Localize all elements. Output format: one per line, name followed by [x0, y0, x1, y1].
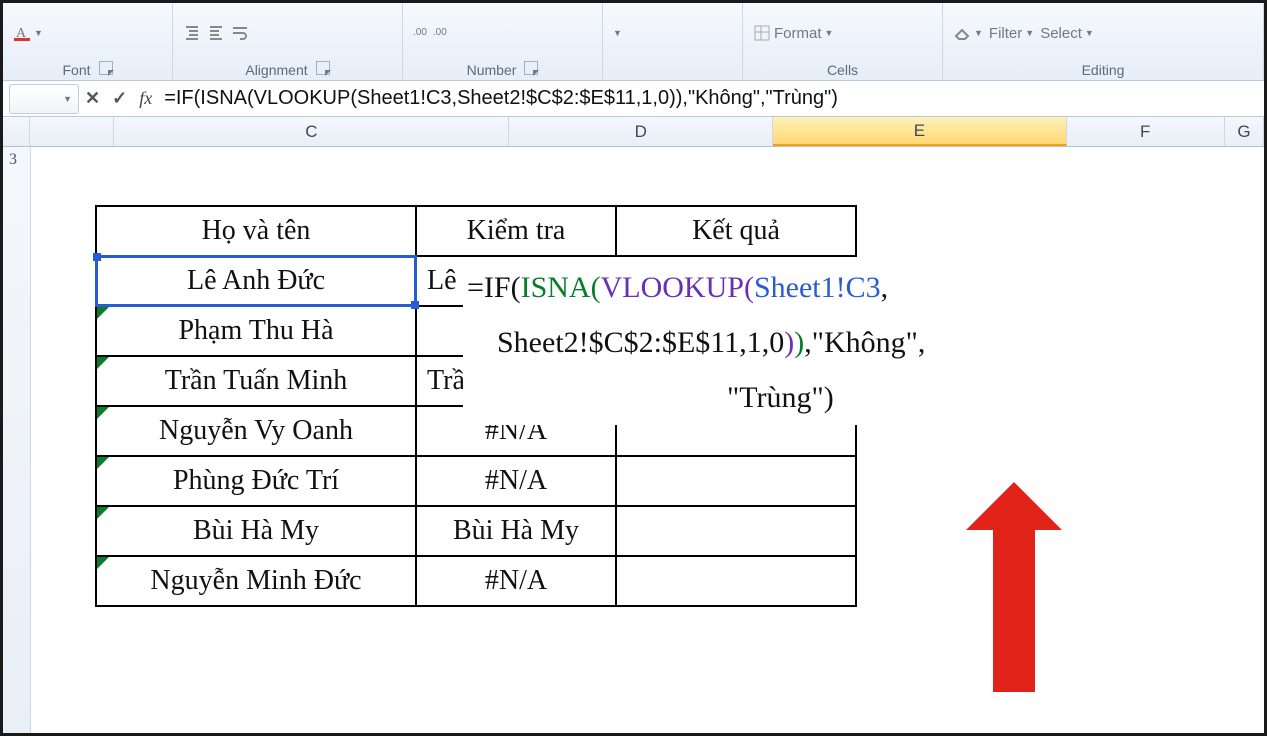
increase-indent-button[interactable]: [207, 24, 225, 42]
header-cell[interactable]: Họ và tên: [96, 206, 416, 256]
fx-icon[interactable]: fx: [133, 88, 158, 109]
table-row: Nguyễn Minh Đức #N/A: [96, 556, 856, 606]
cell[interactable]: Lê Anh Đức: [96, 256, 416, 306]
cell[interactable]: Phùng Đức Trí: [96, 456, 416, 506]
dialog-launcher-icon[interactable]: [99, 61, 113, 75]
wrap-text-button[interactable]: [231, 24, 249, 42]
decrease-indent-button[interactable]: [183, 24, 201, 42]
column-headers: B C D E F G: [3, 117, 1264, 147]
ribbon-label-font: Font: [62, 62, 90, 78]
row-headers[interactable]: 3: [3, 147, 31, 736]
column-header-g[interactable]: G: [1225, 117, 1264, 146]
formula-input[interactable]: =IF(ISNA(VLOOKUP(Sheet1!C3,Sheet2!$C$2:$…: [158, 87, 1264, 110]
cell[interactable]: Bùi Hà My: [96, 506, 416, 556]
annotation-arrow-icon: [993, 512, 1035, 692]
ribbon-label-alignment: Alignment: [245, 62, 307, 78]
dialog-launcher-icon[interactable]: [524, 61, 538, 75]
chevron-down-icon: ▼: [974, 28, 983, 38]
table-row: Phùng Đức Trí #N/A: [96, 456, 856, 506]
cell[interactable]: [616, 556, 856, 606]
ribbon-group-cells: Format ▼ Cells: [743, 3, 943, 80]
table-row: Bùi Hà My Bùi Hà My: [96, 506, 856, 556]
cancel-formula-button[interactable]: ✕: [79, 88, 106, 109]
formula-bar: ▼ ✕ ✓ fx =IF(ISNA(VLOOKUP(Sheet1!C3,Shee…: [3, 81, 1264, 117]
font-color-icon: A: [13, 24, 31, 42]
header-cell[interactable]: Kiểm tra: [416, 206, 616, 256]
chevron-down-icon: ▼: [1025, 28, 1034, 38]
ribbon: A ▼ Font Alignment .00 .00 Number ▼: [3, 3, 1264, 81]
cell[interactable]: Nguyễn Minh Đức: [96, 556, 416, 606]
cell[interactable]: [616, 506, 856, 556]
ribbon-group-alignment: Alignment: [173, 3, 403, 80]
accept-formula-button[interactable]: ✓: [106, 88, 133, 109]
filter-button[interactable]: Filter▼: [989, 25, 1034, 42]
decrease-decimal-button[interactable]: .00: [433, 27, 447, 38]
column-header-b[interactable]: B: [30, 117, 114, 146]
increase-decimal-button[interactable]: .00: [413, 27, 427, 38]
cell[interactable]: Nguyễn Vy Oanh: [96, 406, 416, 456]
ribbon-group-number: .00 .00 Number: [403, 3, 603, 80]
chevron-down-icon: ▼: [825, 28, 834, 38]
name-box[interactable]: ▼: [9, 84, 79, 114]
select-button[interactable]: Select▼: [1040, 25, 1094, 42]
column-header-f[interactable]: F: [1067, 117, 1225, 146]
chevron-down-icon: ▼: [1085, 28, 1094, 38]
ribbon-group-font: A ▼ Font: [3, 3, 173, 80]
chevron-down-icon: ▼: [34, 28, 43, 38]
font-color-button[interactable]: A ▼: [13, 24, 43, 42]
eraser-icon: [953, 24, 971, 42]
ribbon-label-number: Number: [467, 62, 517, 78]
cell[interactable]: Trần Tuấn Minh: [96, 356, 416, 406]
wrap-icon: [231, 24, 249, 42]
ribbon-blank: ▼: [603, 3, 743, 80]
clear-button[interactable]: ▼: [953, 24, 983, 42]
cell[interactable]: Bùi Hà My: [416, 506, 616, 556]
cell[interactable]: #N/A: [416, 456, 616, 506]
header-cell[interactable]: Kết quả: [616, 206, 856, 256]
cell[interactable]: #N/A: [416, 556, 616, 606]
cell[interactable]: Phạm Thu Hà: [96, 306, 416, 356]
column-header-e[interactable]: E: [773, 117, 1066, 146]
worksheet[interactable]: 3 Họ và tên Kiểm tra Kết quả Lê Anh Đức …: [3, 147, 1264, 736]
chevron-down-icon: ▼: [63, 94, 72, 104]
column-header-c[interactable]: C: [114, 117, 509, 146]
ribbon-group-editing: ▼ Filter▼ Select▼ Editing: [943, 3, 1264, 80]
ribbon-label-cells: Cells: [827, 62, 858, 78]
excel-window: A ▼ Font Alignment .00 .00 Number ▼: [0, 0, 1267, 736]
inline-formula-edit[interactable]: =IF(ISNA(VLOOKUP(Sheet1!C3, Sheet2!$C$2:…: [463, 260, 1183, 425]
cell[interactable]: [616, 456, 856, 506]
format-cells-icon: [753, 24, 771, 42]
ribbon-label-editing: Editing: [1082, 62, 1125, 78]
row-number: 3: [9, 151, 17, 169]
outdent-icon: [183, 24, 201, 42]
dialog-launcher-icon[interactable]: [316, 61, 330, 75]
indent-icon: [207, 24, 225, 42]
table-row: Họ và tên Kiểm tra Kết quả: [96, 206, 856, 256]
row-header-corner[interactable]: [3, 117, 30, 146]
format-button[interactable]: Format ▼: [753, 24, 833, 42]
column-header-d[interactable]: D: [509, 117, 773, 146]
chevron-down-icon: ▼: [613, 28, 622, 38]
